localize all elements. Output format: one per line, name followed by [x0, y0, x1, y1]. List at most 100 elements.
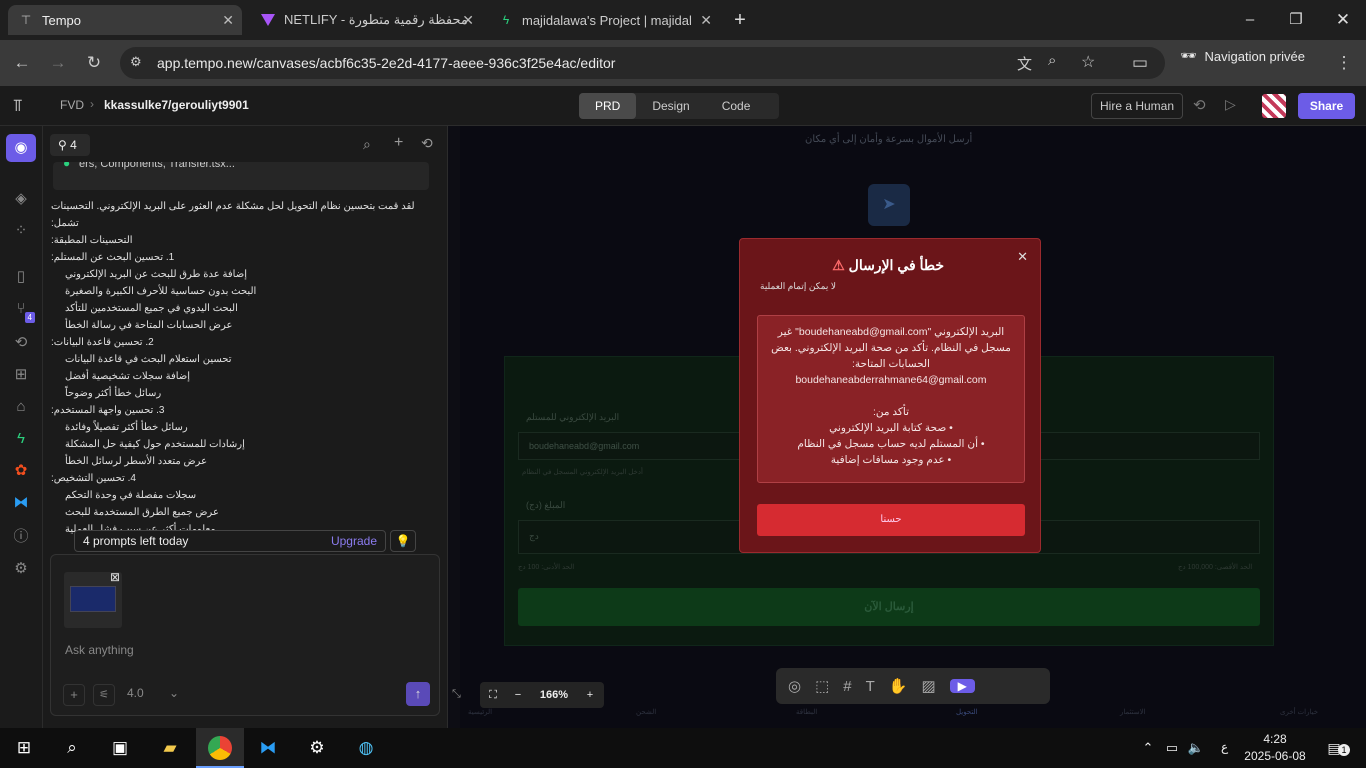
- hand-icon[interactable]: ✋: [889, 677, 908, 695]
- search-icon[interactable]: ⌕: [60, 736, 84, 760]
- network-icon[interactable]: ▭: [1160, 736, 1184, 760]
- send-now-button[interactable]: إرسال الآن: [518, 588, 1260, 626]
- amount-label: المبلغ (دج): [526, 500, 566, 510]
- more-menu-icon[interactable]: ⋮: [1332, 51, 1356, 75]
- zoom-level[interactable]: 166%: [530, 689, 578, 701]
- avatar[interactable]: [1262, 94, 1286, 118]
- close-tab-icon[interactable]: ✕: [462, 12, 474, 29]
- incognito-indicator[interactable]: 🕶 Navigation privée: [1180, 48, 1305, 64]
- prompts-remaining: 4 prompts left today Upgrade: [74, 530, 386, 552]
- reload-icon[interactable]: ↻: [82, 51, 106, 75]
- attachments-counter[interactable]: ⚲ 4: [50, 134, 90, 156]
- zoom-in-icon[interactable]: +: [578, 689, 602, 701]
- translate-icon[interactable]: 文: [1017, 53, 1032, 74]
- add-icon[interactable]: +: [63, 684, 85, 706]
- info-icon[interactable]: ⓘ: [10, 526, 32, 548]
- upgrade-link[interactable]: Upgrade: [331, 534, 377, 548]
- files-changed-row[interactable]: ● ers, Components, Transfer.tsx... ⌃: [53, 162, 429, 190]
- store-icon[interactable]: ⌂: [10, 396, 32, 418]
- tab-code[interactable]: Code4: [706, 93, 779, 141]
- tab-majidalawa[interactable]: ϟ majidalawa's Project | majidalaw ✕: [488, 5, 720, 35]
- close-window-icon[interactable]: ✕: [1331, 8, 1355, 32]
- chrome-taskbar-button[interactable]: [196, 728, 244, 768]
- send-button[interactable]: ↑: [406, 682, 430, 706]
- file-icon[interactable]: ▯: [10, 266, 32, 288]
- tempo-logo-icon[interactable]: ⫪: [13, 96, 23, 116]
- zoom-out-icon[interactable]: −: [506, 689, 530, 701]
- cast-icon[interactable]: ▭: [1128, 51, 1152, 75]
- text-icon[interactable]: T: [866, 678, 875, 695]
- preview-nav-item[interactable]: البطاقة: [796, 708, 817, 716]
- close-tab-icon[interactable]: ✕: [700, 12, 712, 29]
- git-icon[interactable]: ⑂ 4: [10, 298, 35, 323]
- forward-icon[interactable]: →: [46, 51, 70, 75]
- volume-icon[interactable]: 🔈: [1184, 736, 1208, 760]
- breadcrumb-org[interactable]: FVD: [60, 98, 84, 112]
- tab-tempo[interactable]: ⊤ Tempo ✕: [8, 5, 242, 35]
- clock[interactable]: 4:28 2025-06-08: [1240, 731, 1310, 765]
- model-select[interactable]: 4.0 ⌄: [127, 686, 179, 700]
- camera-icon[interactable]: ◎: [788, 677, 801, 695]
- fullscreen-icon[interactable]: ⛶: [480, 689, 506, 702]
- preview-nav-item[interactable]: خيارات أخرى: [1280, 708, 1318, 716]
- task-view-icon[interactable]: ▣: [108, 736, 132, 760]
- image-icon[interactable]: ▨: [921, 677, 935, 695]
- breadcrumb-project[interactable]: kkassulke7/gerouliyt9901: [104, 98, 249, 112]
- figma-icon[interactable]: ✿: [10, 460, 32, 482]
- settings-icon[interactable]: ⚙: [305, 736, 329, 760]
- preview-play-icon[interactable]: ▶: [949, 679, 975, 693]
- settings-icon[interactable]: ⚙: [10, 558, 32, 580]
- preview-nav-item[interactable]: الرئيسية: [468, 708, 492, 716]
- prompt-input[interactable]: Ask anything: [65, 643, 134, 657]
- zoom-icon[interactable]: ⌕: [1048, 52, 1056, 69]
- settings-sliders-icon[interactable]: ⚟: [93, 684, 115, 706]
- add-icon[interactable]: +: [394, 134, 403, 152]
- expand-panel-icon[interactable]: ⤡: [452, 688, 461, 701]
- canvas-icon[interactable]: ◉: [6, 134, 36, 162]
- vscode-icon[interactable]: ⧓: [10, 492, 32, 514]
- tab-prd[interactable]: PRD: [579, 93, 637, 119]
- apps-icon[interactable]: ⊞: [10, 364, 32, 386]
- lightbulb-icon[interactable]: 💡: [390, 530, 416, 552]
- preview-nav-item[interactable]: الاستثمار: [1120, 708, 1146, 716]
- remove-attachment-icon[interactable]: ⊠: [110, 570, 120, 584]
- history-icon[interactable]: ⟲: [1193, 96, 1206, 114]
- frame-icon[interactable]: #: [843, 678, 851, 695]
- tab-netlify[interactable]: NETLIFY - محفظة رقمية متطورة ✕: [250, 5, 482, 35]
- hire-human-button[interactable]: Hire a Human: [1091, 93, 1183, 119]
- components-icon[interactable]: ⁘: [10, 220, 32, 242]
- bookmark-star-icon[interactable]: ☆: [1081, 52, 1095, 72]
- history-icon[interactable]: ⟲: [421, 135, 433, 152]
- select-icon[interactable]: ⬚: [815, 677, 829, 695]
- new-tab-icon[interactable]: +: [728, 8, 752, 32]
- input-language[interactable]: ع: [1221, 740, 1228, 754]
- layers-icon[interactable]: ◈: [10, 188, 32, 210]
- play-icon[interactable]: ▷: [1225, 96, 1236, 113]
- ok-button[interactable]: حسنا: [757, 504, 1025, 536]
- close-icon[interactable]: ✕: [1017, 249, 1028, 265]
- chat-panel: ⚲ 4 ⌕ + ⟲ ● ers, Components, Transfer.ts…: [43, 126, 448, 728]
- minimize-icon[interactable]: –: [1238, 8, 1262, 32]
- vscode-icon[interactable]: ⧓: [256, 736, 280, 760]
- attachment-thumbnail[interactable]: ⊠: [64, 570, 122, 628]
- collapse-icon[interactable]: ⌃: [415, 162, 424, 169]
- file-explorer-icon[interactable]: ▰: [158, 736, 182, 760]
- search-icon[interactable]: ⌕: [363, 136, 371, 153]
- notifications-icon[interactable]: ▤ 1: [1322, 736, 1350, 760]
- close-tab-icon[interactable]: ✕: [222, 12, 234, 29]
- check-item: • أن المستلم لديه حساب مسجل في النظام: [797, 438, 985, 450]
- preview-nav-item[interactable]: التحويل: [956, 708, 978, 716]
- back-icon[interactable]: ←: [10, 51, 34, 75]
- site-info-icon[interactable]: ⚙: [130, 54, 142, 70]
- network-app-icon[interactable]: ◍: [354, 736, 378, 760]
- design-canvas[interactable]: أرسل الأموال بسرعة وأمان إلى أي مكان ➤ ا…: [448, 126, 1366, 728]
- restore-icon[interactable]: ❐: [1284, 8, 1308, 32]
- share-button[interactable]: Share: [1298, 93, 1355, 119]
- address-bar[interactable]: ⚙ app.tempo.new/canvases/acbf6c35-2e2d-4…: [120, 47, 1165, 79]
- show-hidden-icons[interactable]: ⌃: [1136, 736, 1160, 760]
- windows-start-icon[interactable]: ⊞: [12, 736, 36, 760]
- history-icon[interactable]: ⟲: [10, 332, 32, 354]
- supabase-icon[interactable]: ϟ: [10, 428, 32, 450]
- preview-nav-item[interactable]: الشحن: [636, 708, 656, 716]
- tab-design[interactable]: Design: [636, 93, 705, 119]
